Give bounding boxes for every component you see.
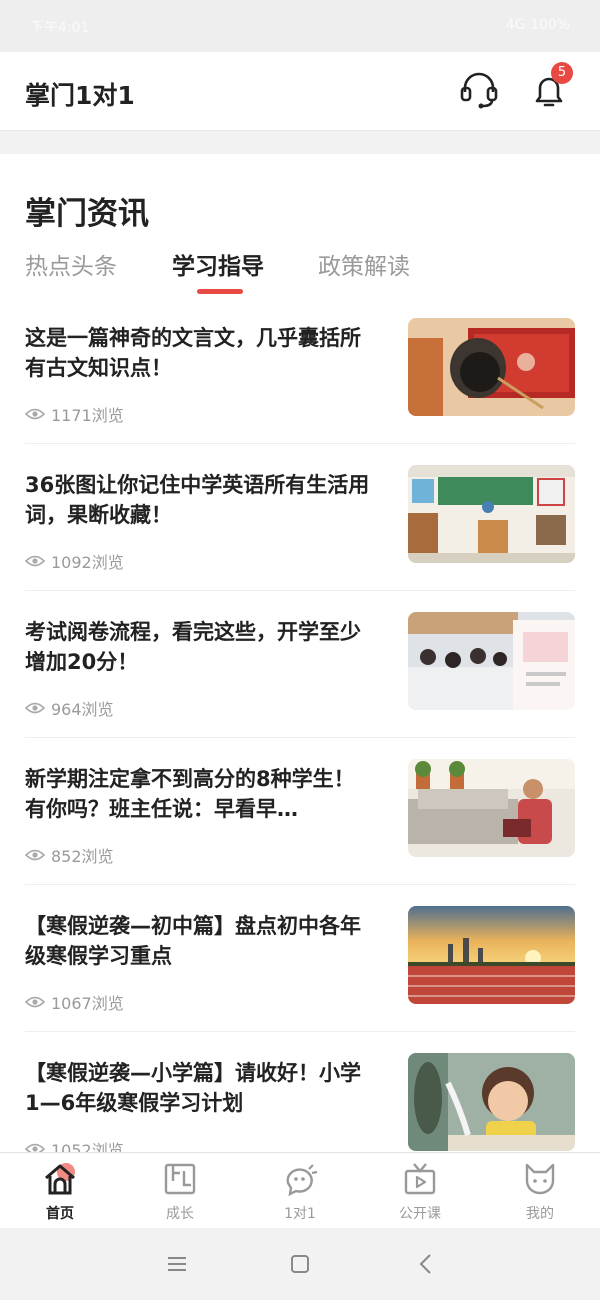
tab-label: 1对1 — [284, 1206, 316, 1222]
eye-icon — [25, 1143, 45, 1152]
tv-play-icon — [404, 1163, 436, 1195]
item-divider — [25, 737, 575, 738]
view-count-text: 1092浏览 — [51, 553, 124, 572]
list-item[interactable]: 考试阅卷流程，看完这些，开学至少增加20分！ 964浏览 — [25, 612, 575, 759]
view-count: 1067浏览 — [25, 990, 124, 1014]
menu-icon[interactable] — [163, 1250, 191, 1278]
tab-policy-reading[interactable]: 政策解读 — [318, 247, 410, 281]
eye-icon — [25, 555, 45, 567]
notification-badge: 5 — [551, 62, 573, 84]
status-bar: 下午4:01 4G 100% — [0, 0, 600, 52]
view-count-text: 852浏览 — [51, 847, 114, 866]
growth-icon — [164, 1163, 196, 1195]
app-title: 掌门1对1 — [25, 81, 135, 110]
tab-label: 公开课 — [399, 1206, 441, 1222]
item-divider — [25, 443, 575, 444]
article-title: 36张图让你记住中学英语所有生活用词，果断收藏！ — [25, 473, 370, 527]
cat-profile-icon — [525, 1163, 555, 1195]
tab-label: 首页 — [46, 1206, 74, 1222]
list-item[interactable]: 36张图让你记住中学英语所有生活用词，果断收藏！ 1092浏览 — [25, 465, 575, 612]
tab-home[interactable]: 首页 — [0, 1153, 120, 1229]
article-title: 【寒假逆袭—小学篇】请收好！小学1—6年级寒假学习计划 — [25, 1061, 361, 1115]
tab-label: 成长 — [166, 1206, 194, 1222]
view-count: 964浏览 — [25, 696, 114, 720]
tab-growth[interactable]: 成长 — [120, 1153, 240, 1229]
item-divider — [25, 590, 575, 591]
tab-label: 我的 — [526, 1206, 554, 1222]
running-track-sunset-image — [408, 906, 575, 1004]
list-item[interactable]: 【寒假逆袭—小学篇】请收好！小学1—6年级寒假学习计划 1052浏览 — [25, 1053, 575, 1152]
ink-stone-image — [408, 318, 575, 416]
view-count: 1052浏览 — [25, 1137, 124, 1152]
notification-bell-icon[interactable]: 5 — [527, 62, 573, 112]
eye-icon — [25, 996, 45, 1008]
home-icon — [45, 1163, 75, 1195]
eye-icon — [25, 849, 45, 861]
view-count-text: 1067浏览 — [51, 994, 124, 1013]
app-header: 掌门1对1 5 — [0, 52, 600, 130]
home-square-icon[interactable] — [286, 1250, 314, 1278]
view-count: 1171浏览 — [25, 402, 124, 426]
back-icon[interactable] — [412, 1250, 440, 1278]
section-title: 掌门资讯 — [25, 196, 149, 232]
tab-open-class[interactable]: 公开课 — [360, 1153, 480, 1229]
item-divider — [25, 1031, 575, 1032]
article-title: 考试阅卷流程，看完这些，开学至少增加20分！ — [25, 620, 361, 674]
tab-study-guide[interactable]: 学习指导 — [172, 247, 264, 281]
item-divider — [25, 884, 575, 885]
tab-hot-headlines[interactable]: 热点头条 — [25, 247, 117, 281]
child-writing-image — [408, 1053, 575, 1151]
view-count-text: 1171浏览 — [51, 406, 124, 425]
view-count: 1092浏览 — [25, 549, 124, 573]
status-time: 下午4:01 — [30, 20, 90, 36]
news-section: 掌门资讯 热点头条 学习指导 政策解读 这是一篇神奇的文言文，几乎囊括所有古文知… — [0, 154, 600, 1152]
view-count: 852浏览 — [25, 843, 114, 867]
bottom-tab-bar: 首页 成长 1对1 公开课 我的 — [0, 1152, 600, 1229]
tab-one-on-one[interactable]: 1对1 — [240, 1153, 360, 1229]
list-item[interactable]: 【寒假逆袭—初中篇】盘点初中各年级寒假学习重点 1067浏览 — [25, 906, 575, 1053]
article-title: 新学期注定拿不到高分的8种学生！有你吗？班主任说：早看早… — [25, 767, 355, 821]
article-title: 这是一篇神奇的文言文，几乎囊括所有古文知识点！ — [25, 326, 361, 380]
view-count-text: 1052浏览 — [51, 1141, 124, 1152]
status-indicators: 4G 100% — [505, 17, 570, 33]
customer-service-icon[interactable] — [457, 68, 501, 112]
exam-grading-image — [408, 612, 575, 710]
classroom-vocabulary-image — [408, 465, 575, 563]
student-reading-image — [408, 759, 575, 857]
tutor-chat-icon — [286, 1164, 318, 1197]
article-title: 【寒假逆袭—初中篇】盘点初中各年级寒假学习重点 — [25, 914, 361, 968]
view-count-text: 964浏览 — [51, 700, 114, 719]
list-item[interactable]: 新学期注定拿不到高分的8种学生！有你吗？班主任说：早看早… 852浏览 — [25, 759, 575, 906]
active-tab-indicator — [197, 289, 243, 294]
section-divider — [0, 130, 600, 155]
system-nav-bar — [0, 1228, 600, 1300]
tab-mine[interactable]: 我的 — [480, 1153, 600, 1229]
eye-icon — [25, 702, 45, 714]
list-item[interactable]: 这是一篇神奇的文言文，几乎囊括所有古文知识点！ 1171浏览 — [25, 318, 575, 465]
eye-icon — [25, 408, 45, 420]
